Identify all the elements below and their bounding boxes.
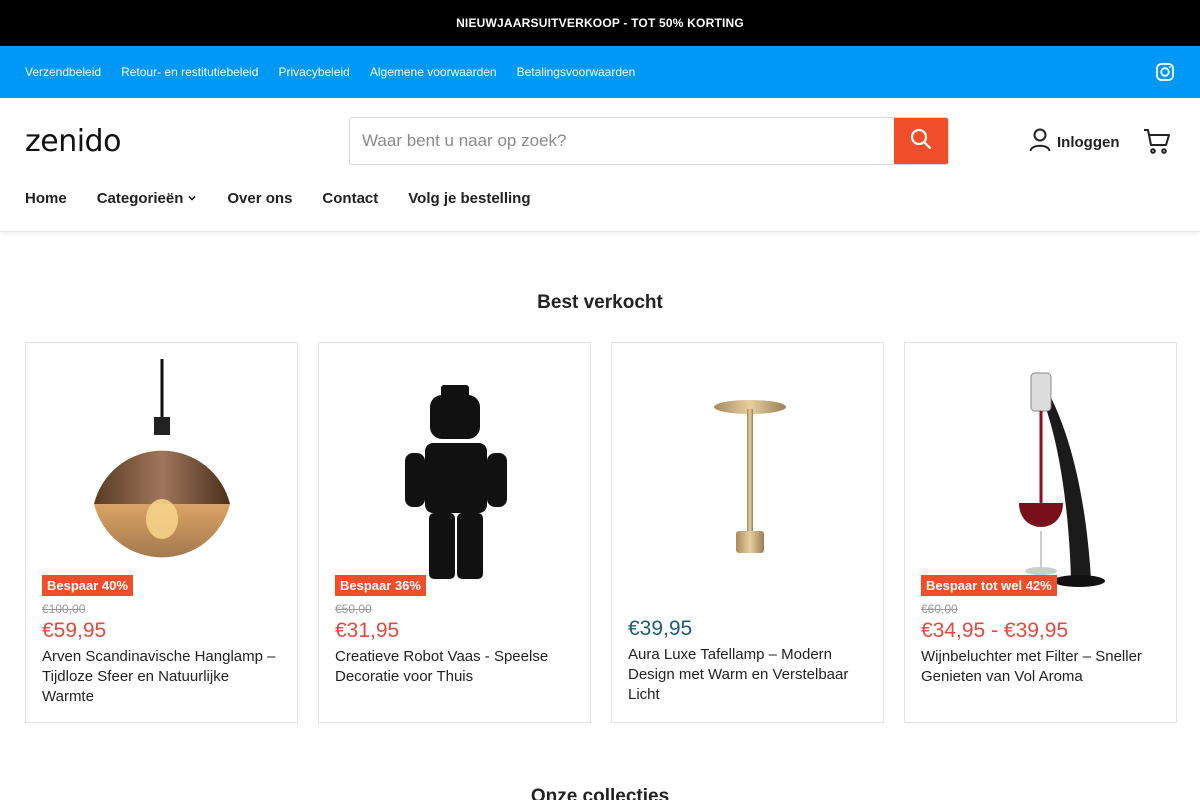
site-header: zenido Inloggen Home: [0, 98, 1200, 232]
product-price: €34,95 - €39,95: [921, 619, 1069, 642]
nav-track-order[interactable]: Volg je bestelling: [408, 190, 530, 207]
chevron-down-icon: [187, 190, 197, 207]
compare-price: €50,00: [335, 602, 372, 616]
product-card[interactable]: Bespaar 36% €50,00 €31,95 Creatieve Robo…: [318, 342, 591, 723]
cart-icon[interactable]: [1143, 127, 1171, 155]
product-price: €39,95: [628, 617, 693, 640]
product-title[interactable]: Wijnbeluchter met Filter – Sneller Genie…: [921, 647, 1163, 687]
discount-badge: Bespaar 40%: [42, 575, 133, 596]
product-image-wine-aerator[interactable]: [921, 359, 1161, 591]
nav-home[interactable]: Home: [25, 190, 67, 207]
product-price: €31,95: [335, 619, 400, 642]
search-bar: [349, 117, 949, 165]
utility-link-returns[interactable]: Retour- en restitutiebeleid: [121, 65, 258, 79]
product-title[interactable]: Arven Scandinavische Hanglamp – Tijdloze…: [42, 647, 284, 707]
instagram-icon[interactable]: [1155, 62, 1175, 82]
utility-bar: Verzendbeleid Retour- en restitutiebelei…: [0, 46, 1200, 98]
utility-link-shipping[interactable]: Verzendbeleid: [25, 65, 101, 79]
collections-title: Onze collecties: [530, 786, 670, 800]
product-image-pendant-lamp[interactable]: [42, 359, 282, 591]
discount-badge: Bespaar tot wel 42%: [921, 575, 1057, 596]
nav-about[interactable]: Over ons: [227, 190, 292, 207]
compare-price: €60,00: [921, 602, 958, 616]
announcement-bar: NIEUWJAARSUITVERKOOP - TOT 50% KORTING: [0, 0, 1200, 46]
discount-badge: Bespaar 36%: [335, 575, 426, 596]
main-nav: Home Categorieën Over ons Contact Volg j…: [25, 190, 561, 207]
nav-categories[interactable]: Categorieën: [97, 190, 198, 207]
product-image-robot-vase[interactable]: [335, 359, 575, 591]
utility-link-privacy[interactable]: Privacybeleid: [278, 65, 349, 79]
compare-price: €100,00: [42, 602, 86, 616]
search-button[interactable]: [894, 118, 948, 164]
product-grid: Bespaar 40% €100,00 €59,95 Arven Scandin…: [25, 342, 1177, 723]
product-price: €59,95: [42, 619, 107, 642]
utility-link-payment[interactable]: Betalingsvoorwaarden: [517, 65, 636, 79]
product-title[interactable]: Aura Luxe Tafellamp – Modern Design met …: [628, 645, 870, 705]
logo[interactable]: zenido: [25, 124, 121, 159]
product-title[interactable]: Creatieve Robot Vaas - Speelse Decoratie…: [335, 647, 577, 687]
user-icon: [1029, 128, 1051, 156]
product-image-table-lamp[interactable]: [628, 359, 868, 591]
search-icon: [910, 128, 932, 155]
nav-categories-label: Categorieën: [96, 190, 184, 207]
product-card[interactable]: Bespaar 40% €100,00 €59,95 Arven Scandin…: [25, 342, 298, 723]
login-link[interactable]: Inloggen: [1029, 128, 1120, 156]
product-card[interactable]: €39,95 Aura Luxe Tafellamp – Modern Desi…: [611, 342, 884, 723]
utility-link-terms[interactable]: Algemene voorwaarden: [370, 65, 497, 79]
search-input[interactable]: [350, 118, 894, 164]
announcement-text: NIEUWJAARSUITVERKOOP - TOT 50% KORTING: [456, 16, 744, 30]
bestsellers-title: Best verkocht: [537, 292, 663, 313]
product-card[interactable]: Bespaar tot wel 42% €60,00 €34,95 - €39,…: [904, 342, 1177, 723]
nav-contact[interactable]: Contact: [322, 190, 378, 207]
login-label: Inloggen: [1057, 133, 1120, 151]
